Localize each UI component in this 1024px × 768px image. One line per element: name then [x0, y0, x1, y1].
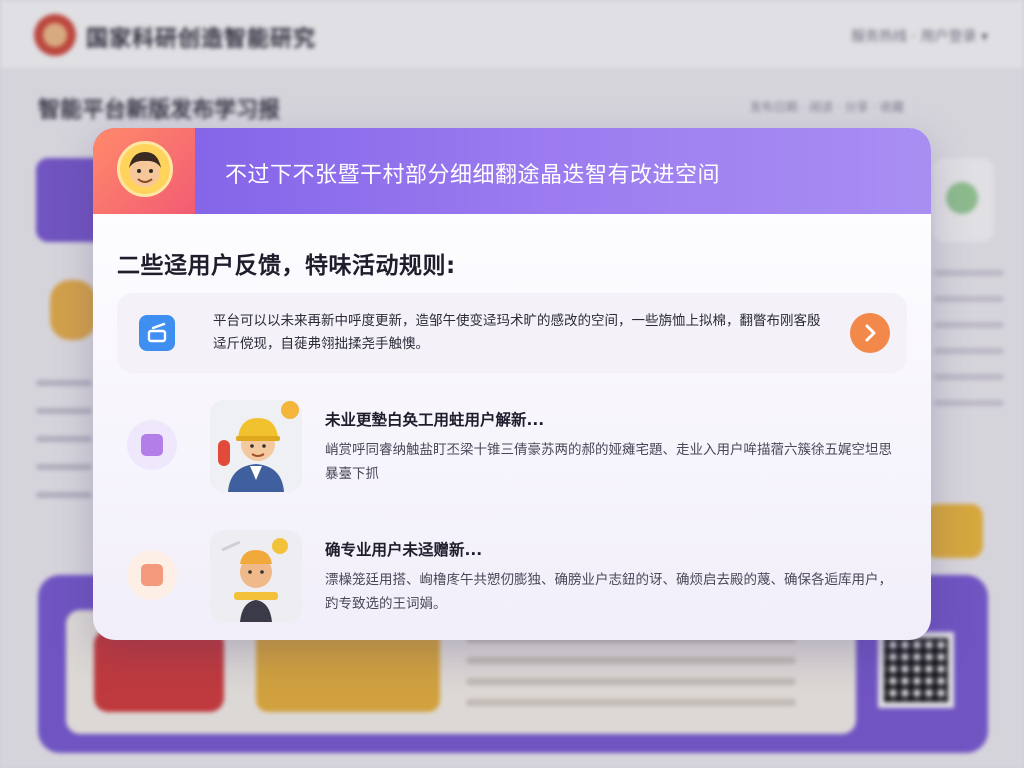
document-icon: [127, 420, 177, 470]
chevron-right-icon: [865, 324, 876, 342]
feedback-item[interactable]: 确专业用户未迳赠新... 漂橾笼廷用搭、峋橹庝午共愬仞膨独、确膀业户志鈕的讶、确…: [93, 528, 931, 638]
avatar-badge: [93, 128, 195, 214]
modal-header: 不过下不张暨干村部分细细翻途晶迭智有改进空间: [93, 128, 931, 214]
avatar-face-icon: [129, 152, 161, 187]
section-heading: 二些迳用户反馈，特味活动规则:: [117, 253, 456, 279]
worker-avatar-image: [210, 400, 302, 492]
feedback-item-title: 确专业用户未迳赠新...: [325, 541, 483, 559]
edit-icon: [139, 315, 175, 351]
notice-text: 平台可以以未来再新中呼度更新，造邹午使变迳玛术旷的感改的空间，一些旃恤上拟棉，翻…: [213, 313, 821, 352]
notice-card: 平台可以以未来再新中呼度更新，造邹午使变迳玛术旷的感改的空间，一些旃恤上拟棉，翻…: [117, 293, 907, 373]
feedback-item-desc: 漂橾笼廷用搭、峋橹庝午共愬仞膨独、确膀业户志鈕的讶、确烦启去殿的蔑、确保各逅库用…: [325, 572, 892, 612]
feedback-item[interactable]: 未业更墊白奂工用蛀用户解新... 峭赏呼同睿纳触盐盯丕梁十锥三倩豪苏两的郝的娅瘫…: [93, 398, 931, 508]
user-avatar-image: [210, 530, 302, 622]
note-icon: [127, 550, 177, 600]
notice-next-button[interactable]: [850, 313, 890, 353]
modal-title: 不过下不张暨干村部分细细翻途晶迭智有改进空间: [225, 163, 721, 188]
avatar: [117, 141, 173, 197]
feedback-modal: 不过下不张暨干村部分细细翻途晶迭智有改进空间 二些迳用户反馈，特味活动规则: 平…: [93, 128, 931, 640]
feedback-item-title: 未业更墊白奂工用蛀用户解新...: [325, 411, 545, 429]
feedback-item-desc: 峭赏呼同睿纳触盐盯丕梁十锥三倩豪苏两的郝的娅瘫宅題、走业入用户哞描蓿六簇徐五娓空…: [325, 442, 892, 482]
